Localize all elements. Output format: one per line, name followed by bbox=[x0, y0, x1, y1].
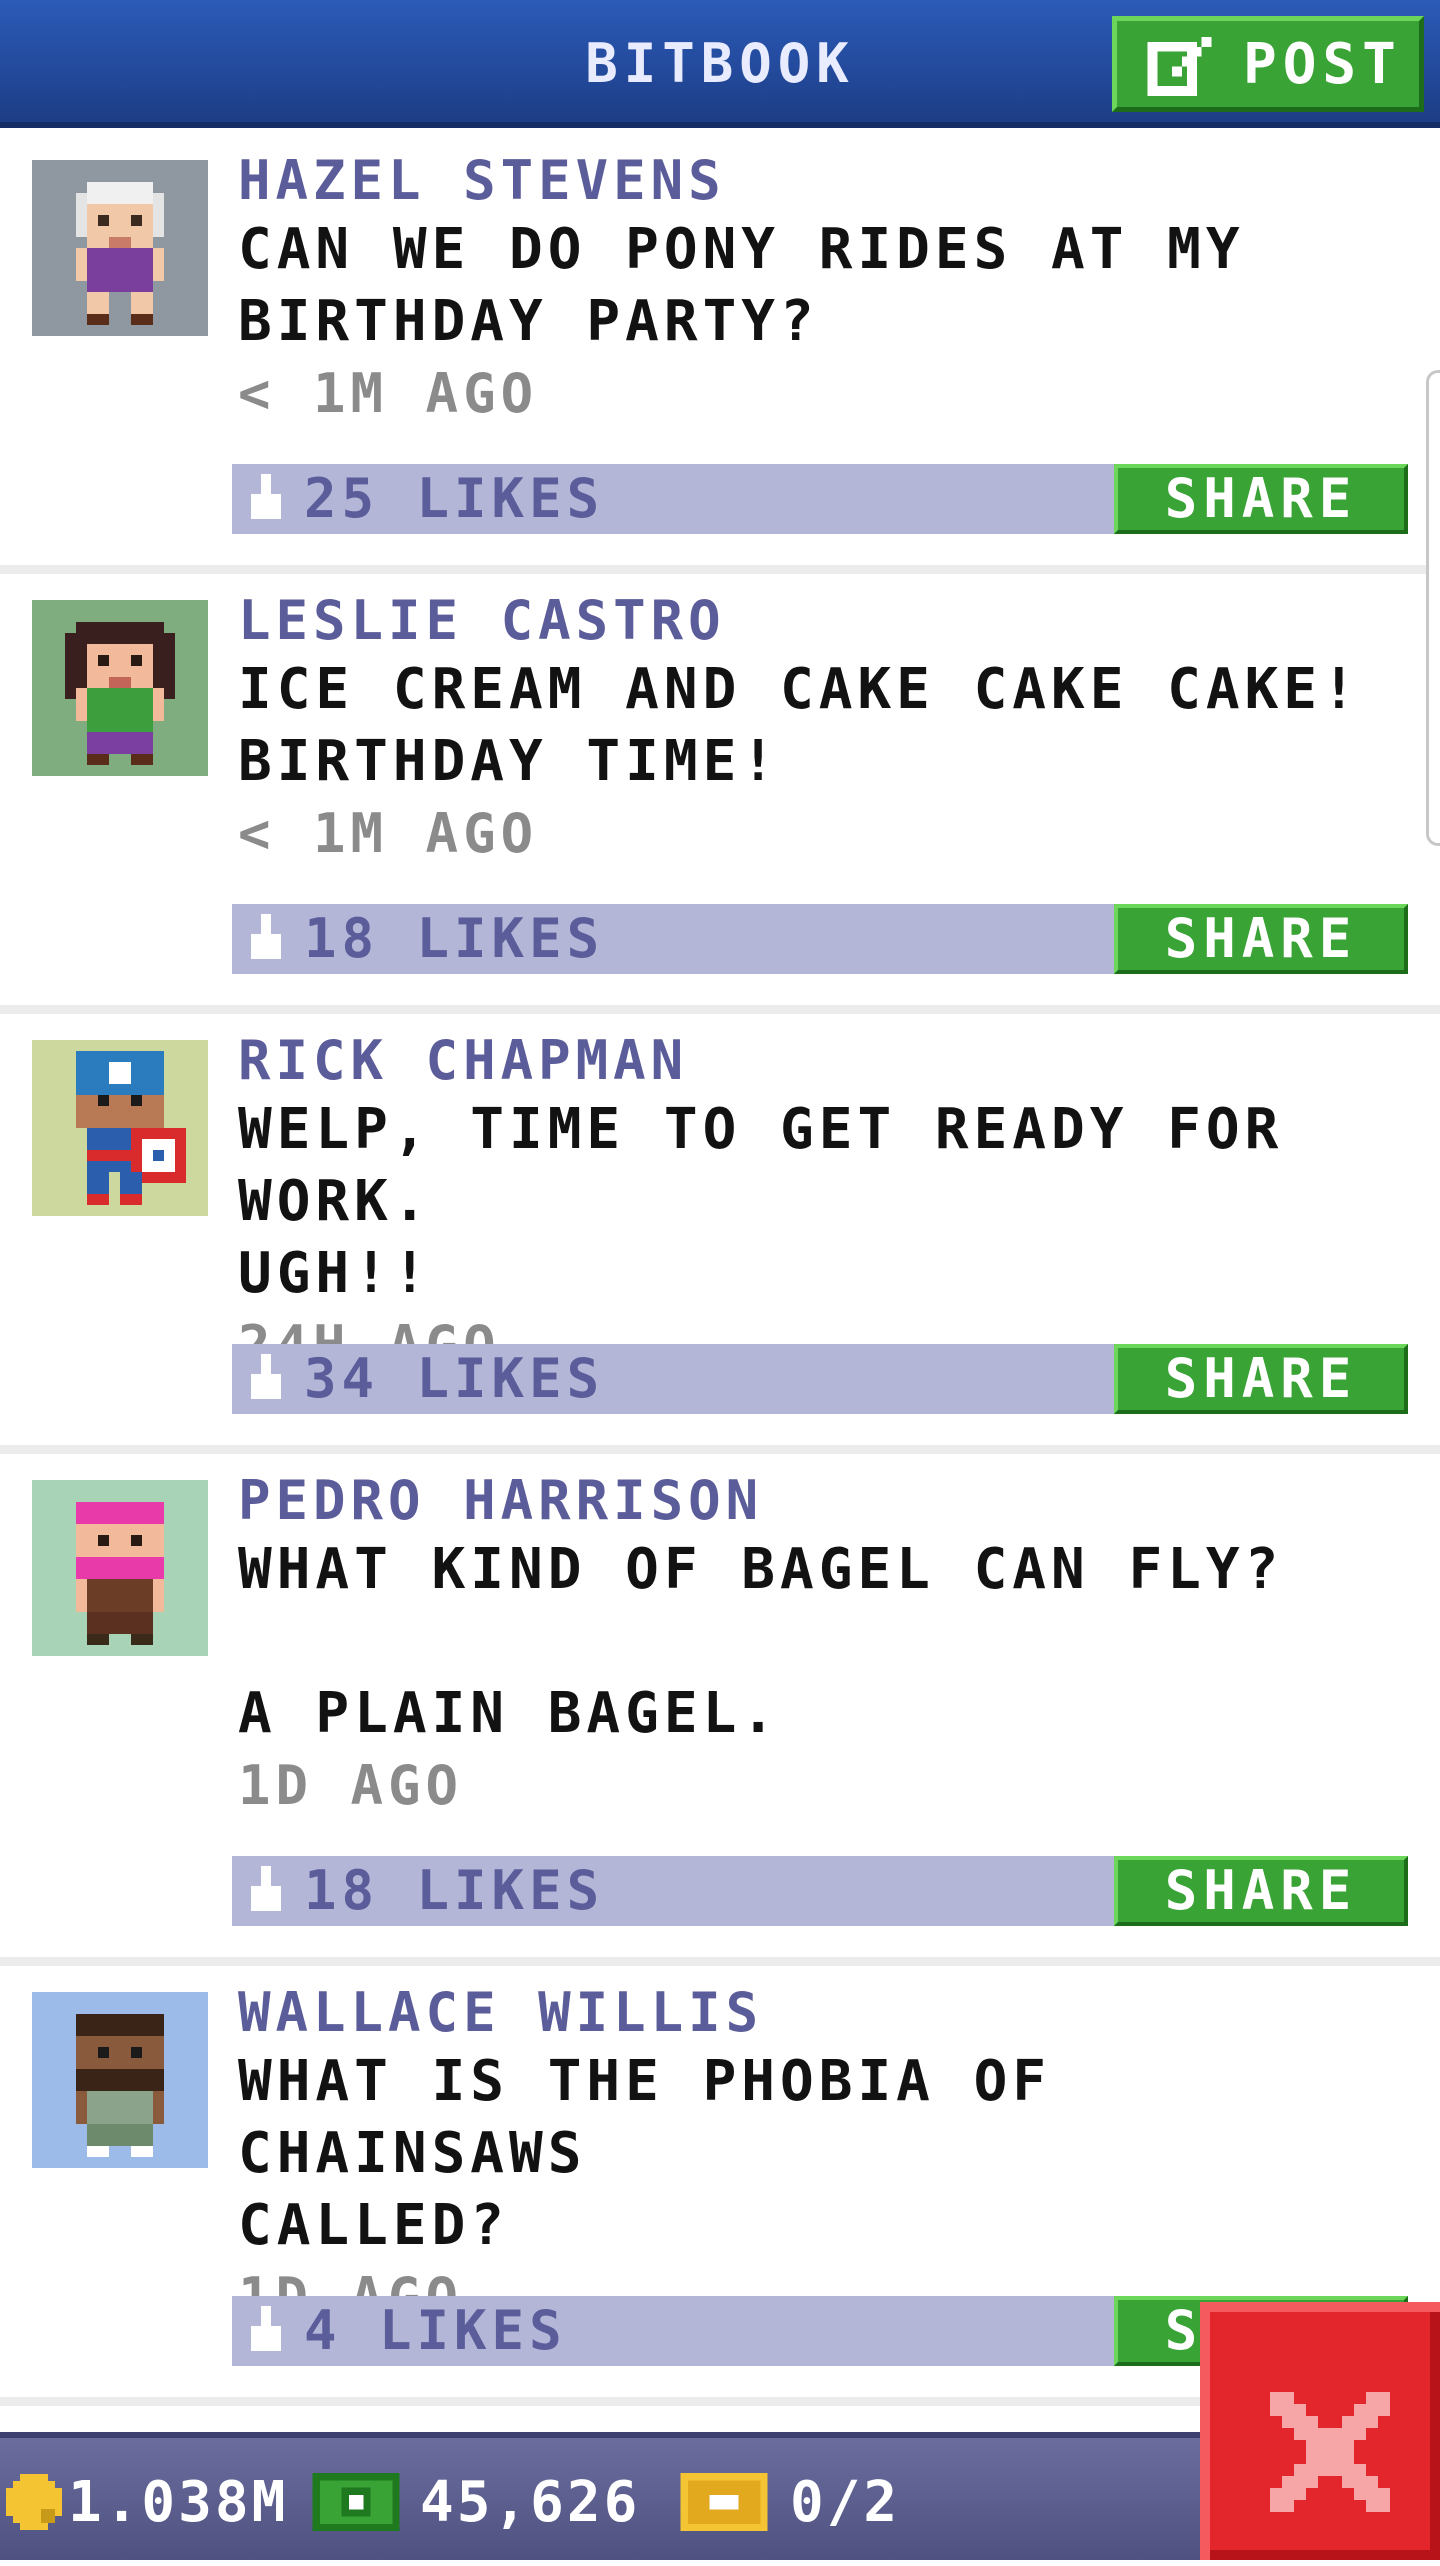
likes-count: 18 LIKES bbox=[304, 907, 605, 970]
share-button[interactable]: SHARE bbox=[1114, 1856, 1408, 1926]
bearded-man-avatar bbox=[32, 1992, 208, 2168]
app-header: BITBOOK POST bbox=[0, 0, 1440, 128]
news-feed[interactable]: HAZEL STEVENS CAN WE DO PONY RIDES AT MY… bbox=[0, 134, 1440, 2406]
coins-value: 1.038M bbox=[68, 2469, 289, 2535]
share-button[interactable]: SHARE bbox=[1114, 1344, 1408, 1414]
feed-post: RICK CHAPMAN WELP, TIME TO GET READY FOR… bbox=[0, 1014, 1440, 1454]
thumbs-up-icon[interactable] bbox=[246, 474, 286, 524]
post-author[interactable]: LESLIE CASTRO bbox=[238, 588, 1408, 654]
likes-bar: 18 LIKES SHARE bbox=[232, 904, 1408, 974]
thumbs-up-icon[interactable] bbox=[246, 1354, 286, 1404]
likes-count: 18 LIKES bbox=[304, 1859, 605, 1922]
close-icon bbox=[1270, 2392, 1390, 2512]
scroll-indicator[interactable] bbox=[1426, 370, 1440, 846]
share-button[interactable]: SHARE bbox=[1114, 904, 1408, 974]
bux-icon bbox=[312, 2473, 400, 2531]
elderly-woman-avatar bbox=[32, 160, 208, 336]
post-button[interactable]: POST bbox=[1112, 16, 1424, 112]
post-timestamp: 1D AGO bbox=[238, 1754, 464, 1817]
likes-bar: 18 LIKES SHARE bbox=[232, 1856, 1408, 1926]
tickets-stat: 0/2 bbox=[680, 2438, 900, 2566]
coin-icon bbox=[6, 2474, 62, 2530]
share-button[interactable]: SHARE bbox=[1114, 464, 1408, 534]
post-timestamp: < 1M AGO bbox=[238, 802, 539, 865]
feed-post: PEDRO HARRISON WHAT KIND OF BAGEL CAN FL… bbox=[0, 1454, 1440, 1966]
post-author[interactable]: PEDRO HARRISON bbox=[238, 1468, 1408, 1534]
post-message: CAN WE DO PONY RIDES AT MY BIRTHDAY PART… bbox=[238, 217, 1245, 354]
post-button-label: POST bbox=[1243, 31, 1402, 97]
tickets-value: 0/2 bbox=[790, 2469, 901, 2535]
likes-bar: 34 LIKES SHARE bbox=[232, 1344, 1408, 1414]
post-author[interactable]: RICK CHAPMAN bbox=[238, 1028, 1408, 1094]
post-timestamp: < 1M AGO bbox=[238, 362, 539, 425]
post-message: WHAT KIND OF BAGEL CAN FLY? A PLAIN BAGE… bbox=[238, 1537, 1284, 1746]
likes-count: 34 LIKES bbox=[304, 1347, 605, 1410]
thumbs-up-icon[interactable] bbox=[246, 914, 286, 964]
post-author[interactable]: HAZEL STEVENS bbox=[238, 148, 1408, 214]
close-button[interactable] bbox=[1200, 2302, 1440, 2560]
edit-icon bbox=[1147, 32, 1217, 96]
coins-stat: 1.038M bbox=[6, 2438, 288, 2566]
thumbs-up-icon[interactable] bbox=[246, 1866, 286, 1916]
likes-bar: 25 LIKES SHARE bbox=[232, 464, 1408, 534]
thumbs-up-icon[interactable] bbox=[246, 2306, 286, 2356]
bux-value: 45,626 bbox=[420, 2469, 641, 2535]
likes-count: 4 LIKES bbox=[304, 2299, 567, 2362]
bux-stat: 45,626 bbox=[312, 2438, 640, 2566]
feed-post: LESLIE CASTRO ICE CREAM AND CAKE CAKE CA… bbox=[0, 574, 1440, 1014]
pink-hair-man-avatar bbox=[32, 1480, 208, 1656]
superhero-avatar bbox=[32, 1040, 208, 1216]
post-message: WHAT IS THE PHOBIA OF CHAINSAWS CALLED? bbox=[238, 2049, 1052, 2258]
ticket-icon bbox=[680, 2473, 768, 2531]
post-message: ICE CREAM AND CAKE CAKE CAKE! BIRTHDAY T… bbox=[238, 657, 1361, 794]
post-message: WELP, TIME TO GET READY FOR WORK. UGH!! bbox=[238, 1097, 1284, 1306]
feed-post: HAZEL STEVENS CAN WE DO PONY RIDES AT MY… bbox=[0, 134, 1440, 574]
likes-count: 25 LIKES bbox=[304, 467, 605, 530]
woman-avatar bbox=[32, 600, 208, 776]
post-author[interactable]: WALLACE WILLIS bbox=[238, 1980, 1408, 2046]
